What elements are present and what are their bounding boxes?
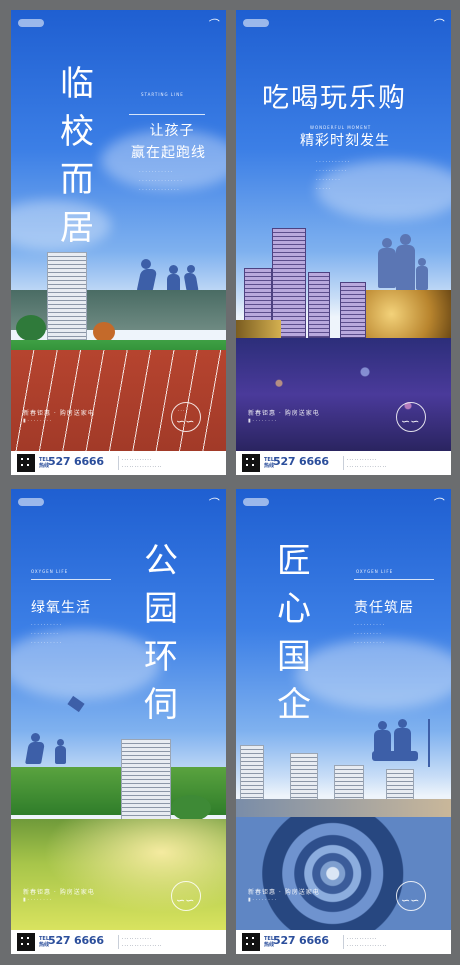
footer-address: · · · · · · · · · · · · · · · · [347,943,387,948]
developer-logo [18,19,44,27]
shopping-photo [236,320,281,338]
footer-address: · · · · · · · · · · · · · · · · [122,943,162,948]
unit-info: ▮ · · · · · · · · [23,897,52,903]
footer: TEL 热线 527 6666 · · · · · · · · · · · · ·… [236,930,451,954]
poster-title: 吃喝玩乐购 [262,83,407,114]
project-logo: ⌒ [207,497,218,510]
unit-info: ▮ · · · · · · · · [248,897,277,903]
poster-title: 匠 心 国 企 [277,541,311,725]
brand-signature: ∽∽ [401,894,420,907]
qr-code [17,454,35,472]
poster-subtitle: 精彩时刻发生 [300,133,390,149]
footer-divider [343,935,344,949]
project-logo: ⌒ [432,18,443,31]
running-track [11,350,226,451]
footer: TEL 热线 527 6666 · · · · · · · · · · · · ·… [236,451,451,475]
promo-slogan: 新春钜惠 · 购房送家电 [248,410,320,417]
promo-slogan: 新春钜惠 · 购房送家电 [248,889,320,896]
tree [171,795,211,821]
english-tag: STARTING LINE [141,92,184,97]
tower [308,272,330,338]
divider [129,114,205,115]
footer-divider [343,456,344,470]
people-silhouette [372,715,422,765]
brand-signature: ∽∽ [176,415,195,428]
phone-number[interactable]: 527 6666 [273,455,329,468]
project-logo: ⌒ [432,497,443,510]
qr-code [242,933,260,951]
spiral-staircase-photo [236,817,451,930]
footer-info: · · · · · · · · · · · · [347,936,377,941]
divider [31,579,111,580]
brand-tag: · · · · [178,408,187,413]
footer-info: · · · · · · · · · · · · [122,457,152,462]
promo-slogan: 新春钜惠 · 购房送家电 [23,410,95,417]
project-logo: ⌒ [207,18,218,31]
poster-enterprise: ⌒ 匠 心 国 企 OXYGEN LIFE 责任筑居 · · · · · · ·… [236,489,451,954]
footer-info: · · · · · · · · · · · · [347,457,377,462]
poster-title: 临 校 而 居 [60,64,94,248]
description: · · · · · · · · · · · · · · · · · · · · · … [354,622,385,646]
meadow-photo [11,819,226,930]
footer-divider [118,935,119,949]
footer-divider [118,456,119,470]
kids-silhouette [25,733,75,769]
tree [93,322,115,342]
footer: TEL 热线 527 6666 · · · · · · · · · · · · ·… [11,930,226,954]
developer-logo [243,498,269,506]
residential-tower [47,252,87,340]
footer-address: · · · · · · · · · · · · · · · · [347,464,387,469]
residential-tower [121,739,171,821]
qr-code [17,933,35,951]
poster-school: ⌒ 临 校 而 居 STARTING LINE 让孩子 赢在起跑线 · · · … [11,10,226,475]
promo-slogan: 新春钜惠 · 购房送家电 [23,889,95,896]
phone-number[interactable]: 527 6666 [273,934,329,947]
tower [340,282,366,338]
poster-title: 公 园 环 伺 [144,541,178,725]
english-tag: OXYGEN LIFE [356,569,394,574]
phone-number[interactable]: 527 6666 [48,934,104,947]
footer-info: · · · · · · · · · · · · [122,936,152,941]
description: · · · · · · · · · · · · · · · · · · · · · … [31,622,62,646]
tree [16,315,46,341]
clubhouse-photo [236,799,451,817]
description: · · · · · · · · · · · · · · · · · · · · ·… [316,159,350,192]
developer-logo [243,19,269,27]
poster-subtitle: 绿氧生活 [31,600,91,616]
poster-park: ⌒ 公 园 环 伺 OXYGEN LIFE 绿氧生活 · · · · · · ·… [11,489,226,954]
cloud [296,639,451,709]
street-lamp [428,719,430,767]
phone-number[interactable]: 527 6666 [48,455,104,468]
food-photo [366,290,451,338]
poster-subtitle: 责任筑居 [354,600,414,616]
qr-code [242,454,260,472]
poster-lifestyle: ⌒ 吃喝玩乐购 WONDERFUL MOMENT 精彩时刻发生 · · · · … [236,10,451,475]
footer: TEL 热线 527 6666 · · · · · · · · · · · · ·… [11,451,226,475]
english-tag: OXYGEN LIFE [31,569,69,574]
poster-subtitle: 让孩子 赢在起跑线 [131,123,206,161]
unit-info: ▮ · · · · · · · · [248,418,277,424]
brand-signature: ∽∽ [401,415,420,428]
description: · · · · · · · · · · · · · · · · · · · · ·… [139,169,182,193]
city-night-photo [236,338,451,451]
children-silhouette [136,255,209,295]
divider [354,579,434,580]
footer-address: · · · · · · · · · · · · · · · · [122,464,162,469]
brand-signature: ∽∽ [176,894,195,907]
unit-info: ▮ · · · · · · · · [23,418,52,424]
developer-logo [18,498,44,506]
